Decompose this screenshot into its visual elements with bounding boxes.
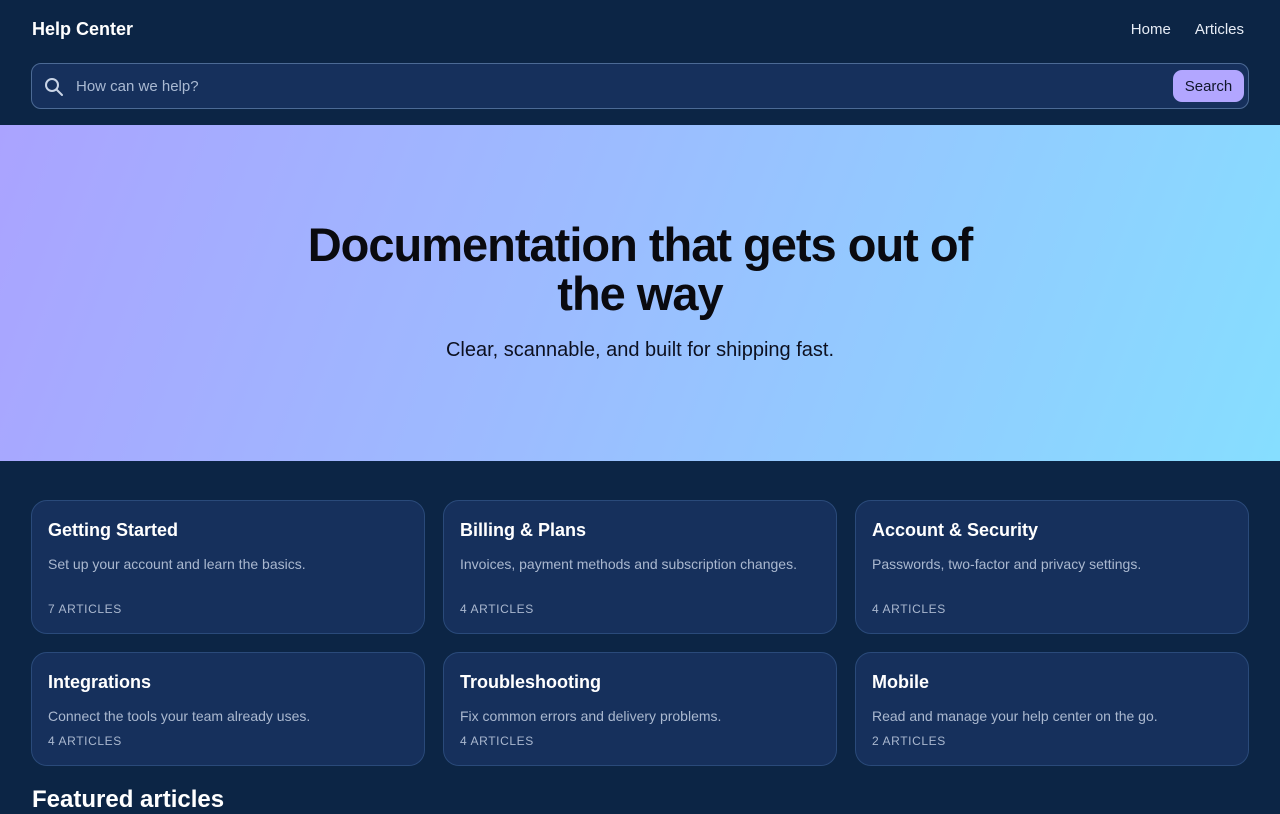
featured-articles-heading: Featured articles [32, 786, 225, 813]
category-title: Integrations [48, 672, 152, 692]
category-title: Billing & Plans [460, 520, 587, 540]
category-card-troubleshooting[interactable]: Troubleshooting Fix common errors and de… [443, 652, 837, 766]
search-input[interactable] [76, 70, 1156, 102]
main-nav: Home Articles [1131, 21, 1244, 38]
hero-title: Documentation that gets out of the way [307, 218, 974, 320]
category-article-count: 2 ARTICLES [872, 734, 946, 748]
category-article-count: 7 ARTICLES [48, 602, 122, 616]
category-article-count: 4 ARTICLES [460, 602, 534, 616]
category-article-count: 4 ARTICLES [872, 602, 946, 616]
category-card-billing-plans[interactable]: Billing & Plans Invoices, payment method… [443, 500, 837, 634]
category-title: Mobile [872, 672, 929, 692]
category-article-count: 4 ARTICLES [460, 734, 534, 748]
brand-title[interactable]: Help Center [32, 19, 133, 40]
category-description: Passwords, two-factor and privacy settin… [872, 556, 1142, 572]
category-card-integrations[interactable]: Integrations Connect the tools your team… [31, 652, 425, 766]
search-icon [45, 78, 63, 96]
hero-subtitle: Clear, scannable, and built for shipping… [445, 339, 835, 361]
category-description: Invoices, payment methods and subscripti… [460, 556, 797, 572]
category-description: Connect the tools your team already uses… [48, 708, 311, 724]
category-description: Read and manage your help center on the … [872, 708, 1158, 724]
category-description: Fix common errors and delivery problems. [460, 708, 722, 724]
category-title: Account & Security [872, 520, 1039, 540]
category-description: Set up your account and learn the basics… [48, 556, 306, 572]
category-card-getting-started[interactable]: Getting Started Set up your account and … [31, 500, 425, 634]
category-grid: Getting Started Set up your account and … [31, 500, 1249, 766]
nav-link-articles[interactable]: Articles [1195, 21, 1244, 38]
category-article-count: 4 ARTICLES [48, 734, 122, 748]
category-title: Getting Started [48, 520, 179, 540]
search-button[interactable]: Search [1173, 70, 1244, 102]
top-bar: Help Center Home Articles Search [0, 0, 1280, 125]
category-card-mobile[interactable]: Mobile Read and manage your help center … [855, 652, 1249, 766]
category-title: Troubleshooting [460, 672, 601, 692]
nav-link-home[interactable]: Home [1131, 21, 1171, 38]
category-card-account-security[interactable]: Account & Security Passwords, two-factor… [855, 500, 1249, 634]
search-bar: Search [31, 63, 1249, 109]
hero-banner: Documentation that gets out of the way C… [0, 125, 1280, 461]
